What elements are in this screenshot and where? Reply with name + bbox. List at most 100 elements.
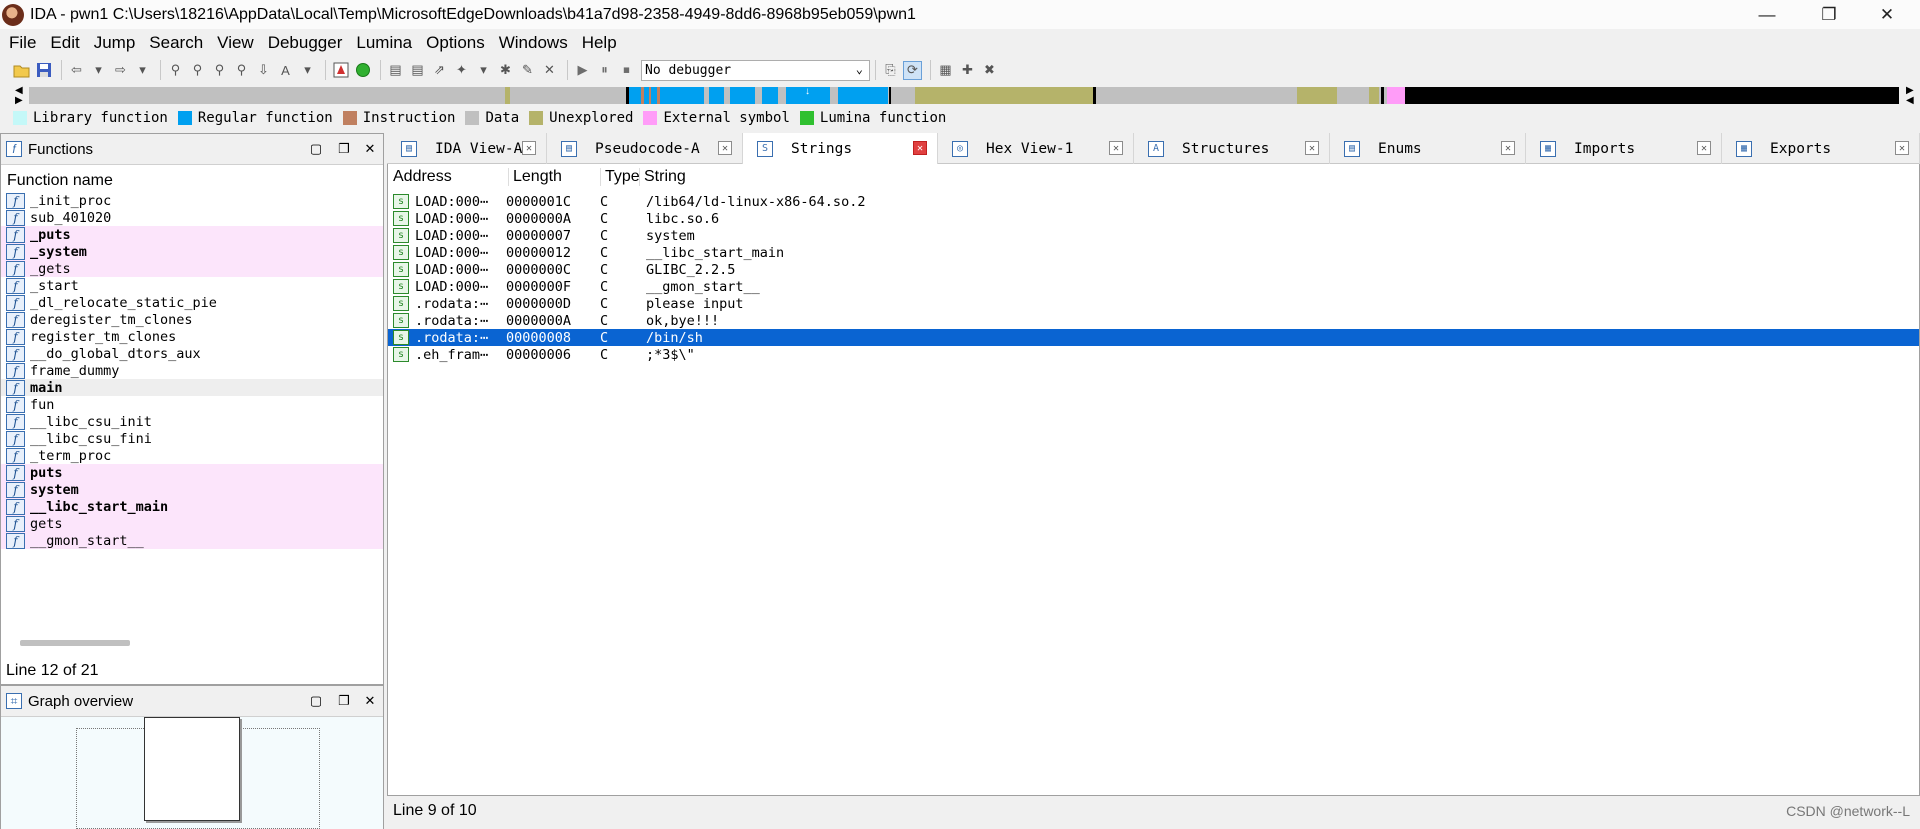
graph-icon[interactable] — [331, 61, 350, 80]
attach-icon[interactable]: ⎘ — [881, 61, 900, 80]
menu-edit[interactable]: Edit — [43, 33, 86, 53]
save-icon[interactable] — [34, 61, 53, 80]
column-address[interactable]: Address — [393, 168, 452, 186]
tab-pseudocode-a[interactable]: ▤ Pseudocode-A ✕ — [547, 133, 743, 164]
restore-button[interactable]: ❐ — [1800, 0, 1858, 29]
close-tab-icon[interactable]: ✕ — [718, 141, 732, 155]
pause-icon[interactable]: ⏸ — [595, 61, 614, 80]
lumina-icon[interactable] — [353, 61, 372, 80]
string-row[interactable]: s .eh_fram⋯ 00000006 C ;*3$\" — [388, 346, 1919, 363]
remove-breakpoint-icon[interactable]: ✖ — [980, 61, 999, 80]
back-icon[interactable]: ⇦ — [67, 61, 86, 80]
string-row[interactable]: s .rodata:⋯ 0000000A Cok,bye!!! — [388, 312, 1919, 329]
function-row[interactable]: f __libc_csu_init — [1, 413, 383, 430]
jump-down-icon[interactable]: ⇩ — [254, 61, 273, 80]
menu-windows[interactable]: Windows — [492, 33, 575, 53]
function-row[interactable]: f __libc_start_main — [1, 498, 383, 515]
segment-icon[interactable]: ▤ — [408, 61, 427, 80]
search-binary-icon[interactable]: ⚲ — [210, 61, 229, 80]
menu-help[interactable]: Help — [575, 33, 624, 53]
column-string[interactable]: String — [639, 168, 686, 186]
horizontal-scrollbar[interactable] — [20, 640, 130, 646]
text-icon[interactable]: A — [276, 61, 295, 80]
function-row[interactable]: f __do_global_dtors_aux — [1, 345, 383, 362]
string-row[interactable]: s LOAD:000⋯ 0000000A Clibc.so.6 — [388, 210, 1919, 227]
function-row[interactable]: f __libc_csu_fini — [1, 430, 383, 447]
search-next-icon[interactable]: ⚲ — [232, 61, 251, 80]
function-row[interactable]: f _term_proc — [1, 447, 383, 464]
script-icon[interactable]: ✎ — [518, 61, 537, 80]
graph-overview-canvas[interactable] — [1, 717, 383, 829]
close-panel-icon[interactable]: ✕ — [361, 692, 379, 710]
function-name-column-header[interactable]: Function name — [1, 165, 383, 192]
function-row[interactable]: f _system — [1, 243, 383, 260]
close-tab-icon[interactable]: ✕ — [1109, 141, 1123, 155]
tab-exports[interactable]: ▦ Exports ✕ — [1722, 133, 1920, 164]
close-panel-icon[interactable]: ✕ — [361, 140, 379, 158]
back-dropdown-icon[interactable]: ▾ — [89, 61, 108, 80]
menu-view[interactable]: View — [210, 33, 261, 53]
string-row[interactable]: s .rodata:⋯ 00000008 C/bin/sh — [388, 329, 1919, 346]
column-type[interactable]: Type — [600, 168, 640, 186]
close-tab-icon[interactable]: ✕ — [1895, 141, 1909, 155]
tab-enums[interactable]: ▤ Enums ✕ — [1330, 133, 1526, 164]
menu-jump[interactable]: Jump — [87, 33, 143, 53]
function-row[interactable]: f _gets — [1, 260, 383, 277]
tab-strings[interactable]: S Strings ✕ — [743, 133, 938, 164]
string-row[interactable]: s LOAD:000⋯ 0000000F C __gmon_start__ — [388, 278, 1919, 295]
string-row[interactable]: s LOAD:000⋯ 00000007 Csystem — [388, 227, 1919, 244]
function-row[interactable]: f frame_dummy — [1, 362, 383, 379]
close-tab-icon[interactable]: ✕ — [1305, 141, 1319, 155]
menu-debugger[interactable]: Debugger — [261, 33, 350, 53]
tab-imports[interactable]: ▦ Imports ✕ — [1526, 133, 1722, 164]
function-row[interactable]: f __gmon_start__ — [1, 532, 383, 549]
forward-dropdown-icon[interactable]: ▾ — [133, 61, 152, 80]
graph-node[interactable] — [144, 717, 240, 821]
close-tab-icon[interactable]: ✕ — [1501, 141, 1515, 155]
struct-icon[interactable]: ▤ — [386, 61, 405, 80]
navigation-strip[interactable]: ↓ — [29, 87, 1899, 104]
menu-lumina[interactable]: Lumina — [349, 33, 419, 53]
refresh-icon[interactable]: ⟳ — [903, 60, 922, 80]
nav-scroll-left-icon[interactable]: ◀ — [1906, 95, 1914, 106]
binoculars-icon[interactable]: ⚲ — [166, 61, 185, 80]
float-panel-icon[interactable]: ❐ — [335, 140, 353, 158]
string-row[interactable]: s LOAD:000⋯ 00000012 C __libc_start_main — [388, 244, 1919, 261]
function-row[interactable]: f system — [1, 481, 383, 498]
function-row[interactable]: f sub_401020 — [1, 209, 383, 226]
tab-hex-view-1[interactable]: ◎ Hex View-1 ✕ — [938, 133, 1134, 164]
function-row[interactable]: f fun — [1, 396, 383, 413]
tab-ida-view-a[interactable]: ▤ IDA View-A ✕ — [387, 133, 547, 164]
string-row[interactable]: s LOAD:000⋯ 0000000C C GLIBC_2.2.5 — [388, 261, 1919, 278]
search-text-icon[interactable]: ⚲ — [188, 61, 207, 80]
column-length[interactable]: Length — [508, 168, 562, 186]
text-dropdown-icon[interactable]: ▾ — [298, 61, 317, 80]
function-row[interactable]: f _init_proc — [1, 192, 383, 209]
function-row[interactable]: f deregister_tm_clones — [1, 311, 383, 328]
maximize-panel-icon[interactable]: ▢ — [307, 140, 325, 158]
xref-icon[interactable]: ⇗ — [430, 61, 449, 80]
navigation-band[interactable]: ◀ ▶ ▶ ◀ ↓ — [0, 84, 1920, 106]
close-tab-icon[interactable]: ✕ — [522, 141, 536, 155]
delete-icon[interactable]: ✕ — [540, 61, 559, 80]
tab-structures[interactable]: A Structures ✕ — [1134, 133, 1330, 164]
function-row[interactable]: f puts — [1, 464, 383, 481]
close-tab-icon[interactable]: ✕ — [913, 141, 927, 155]
function-row[interactable]: f main — [1, 379, 383, 396]
string-row[interactable]: s .rodata:⋯ 0000000D Cplease input — [388, 295, 1919, 312]
forward-icon[interactable]: ⇨ — [111, 61, 130, 80]
function-row[interactable]: f _start — [1, 277, 383, 294]
close-button[interactable]: ✕ — [1858, 0, 1916, 29]
plugin-icon[interactable]: ✱ — [496, 61, 515, 80]
add-breakpoint-icon[interactable]: ✚ — [958, 61, 977, 80]
breakpoint-list-icon[interactable]: ▦ — [936, 61, 955, 80]
function-row[interactable]: f gets — [1, 515, 383, 532]
menu-search[interactable]: Search — [142, 33, 210, 53]
patch-dropdown-icon[interactable]: ▾ — [474, 61, 493, 80]
close-tab-icon[interactable]: ✕ — [1697, 141, 1711, 155]
patch-icon[interactable]: ✦ — [452, 61, 471, 80]
minimize-button[interactable]: — — [1738, 0, 1796, 29]
maximize-panel-icon[interactable]: ▢ — [307, 692, 325, 710]
menu-file[interactable]: File — [0, 33, 43, 53]
function-row[interactable]: f _puts — [1, 226, 383, 243]
